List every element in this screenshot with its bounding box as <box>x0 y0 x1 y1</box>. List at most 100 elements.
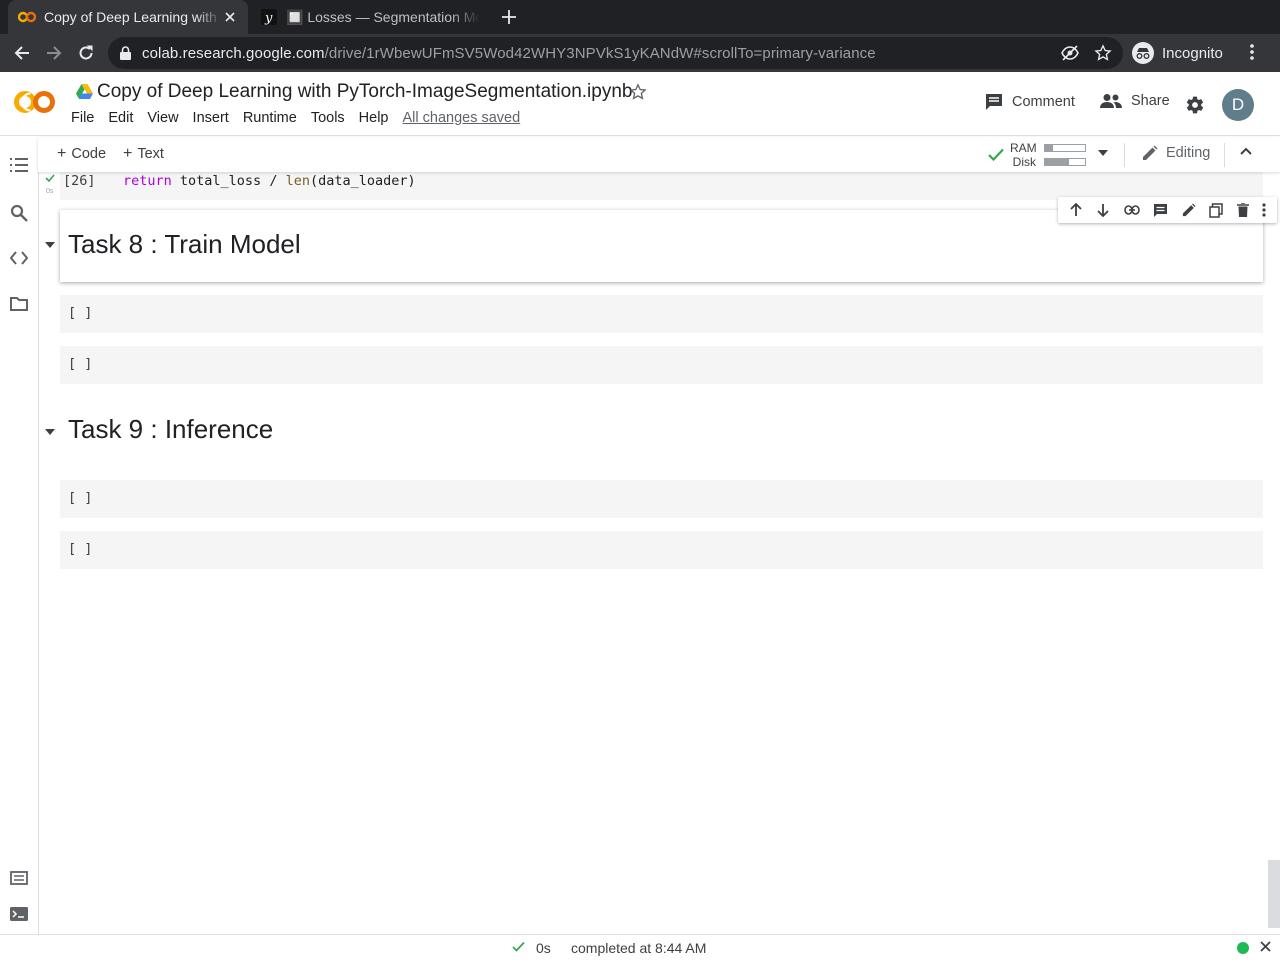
notebook-title[interactable]: Copy of Deep Learning with PyTorch-Image… <box>97 81 632 103</box>
connected-check-icon <box>988 148 1004 161</box>
disk-label: Disk <box>1012 155 1036 169</box>
disk-bar <box>1044 158 1086 166</box>
share-button[interactable]: Share <box>1100 93 1170 109</box>
comment-icon <box>986 94 1002 110</box>
colab-header: Copy of Deep Learning with PyTorch-Image… <box>0 72 1280 136</box>
google-drive-icon[interactable] <box>76 84 93 99</box>
code-cell-empty[interactable]: [ ] <box>60 480 1263 518</box>
incognito-label: Incognito <box>1162 44 1223 62</box>
close-icon[interactable] <box>222 9 238 25</box>
incognito-profile[interactable]: Incognito <box>1132 41 1223 65</box>
settings-gear-icon[interactable] <box>1185 95 1205 115</box>
scrollbar-thumb[interactable] <box>1268 860 1280 928</box>
tracking-blocked-eye-icon[interactable] <box>1061 45 1079 61</box>
link-icon[interactable] <box>1123 205 1140 215</box>
code-cell-empty[interactable]: [ ] <box>60 531 1263 569</box>
disk-bar-fill <box>1045 159 1069 165</box>
connection-status-dot[interactable] <box>1237 942 1249 954</box>
user-avatar[interactable]: D <box>1222 89 1254 121</box>
notebook-body: 0s [26] return total_loss / len(data_loa… <box>39 172 1280 934</box>
menu-bar: File Edit View Insert Runtime Tools Help… <box>71 110 534 126</box>
browser-tab-title: 🔲 Losses — Segmentation Models <box>286 8 480 25</box>
browser-tab-colab[interactable]: Copy of Deep Learning with PyTorch <box>8 0 248 34</box>
ram-label: RAM <box>1010 141 1037 155</box>
resources-dropdown-caret-icon[interactable] <box>1098 150 1108 156</box>
mirror-cell-icon[interactable] <box>1209 202 1223 218</box>
editing-label: Editing <box>1166 145 1211 161</box>
command-palette-icon[interactable] <box>10 871 28 885</box>
code-line[interactable]: return total_loss / len(data_loader) <box>123 173 416 189</box>
code-cell-empty[interactable]: [ ] <box>60 346 1263 384</box>
more-options-kebab-icon[interactable] <box>1262 203 1266 217</box>
left-side-rail <box>0 137 39 934</box>
people-icon <box>1100 94 1122 108</box>
ram-disk-indicator[interactable]: RAM Disk <box>988 140 1098 170</box>
ram-bar-fill <box>1045 145 1053 151</box>
url-text: colab.research.google.com/drive/1rWbewUF… <box>142 45 876 62</box>
comment-button[interactable]: Comment <box>985 93 1075 111</box>
search-icon[interactable] <box>10 204 28 222</box>
save-status-link[interactable]: All changes saved <box>403 110 521 126</box>
execution-count: [ ] <box>68 356 93 372</box>
back-arrow-icon[interactable] <box>10 41 34 65</box>
execution-time: 0s <box>46 188 54 195</box>
terminal-icon[interactable] <box>10 907 28 921</box>
execution-count: [ ] <box>68 541 93 557</box>
address-bar[interactable]: colab.research.google.com/drive/1rWbewUF… <box>108 37 1123 69</box>
cell-toolbar <box>1058 197 1277 223</box>
bookmark-star-icon[interactable] <box>1094 44 1112 62</box>
code-cell-empty[interactable]: [ ] <box>60 295 1263 333</box>
add-text-cell-button[interactable]: + Text <box>123 145 164 163</box>
section-collapse-caret-icon[interactable] <box>45 429 55 435</box>
move-cell-down-arrow-icon[interactable] <box>1096 203 1110 217</box>
execution-count: [26] <box>63 173 96 189</box>
code-snippets-icon[interactable] <box>10 251 28 265</box>
plus-icon: + <box>123 145 133 162</box>
menu-help[interactable]: Help <box>359 110 389 126</box>
close-icon[interactable] <box>1260 941 1271 952</box>
menu-file[interactable]: File <box>71 110 94 126</box>
add-code-label: Code <box>71 146 107 162</box>
menu-runtime[interactable]: Runtime <box>243 110 297 126</box>
browser-toolbar: colab.research.google.com/drive/1rWbewUF… <box>0 34 1280 72</box>
reload-icon[interactable] <box>74 41 98 65</box>
browser-tab-title: Copy of Deep Learning with PyTorch <box>44 9 222 25</box>
status-bar: 0s completed at 8:44 AM <box>0 934 1280 960</box>
files-folder-icon[interactable] <box>10 297 28 311</box>
menu-view[interactable]: View <box>147 110 178 126</box>
edit-pencil-icon[interactable] <box>1182 203 1196 217</box>
star-icon[interactable] <box>629 83 647 101</box>
add-code-cell-button[interactable]: + Code <box>57 145 106 163</box>
svg-text:y: y <box>264 11 273 25</box>
lock-icon <box>120 46 131 60</box>
browser-menu-icon[interactable] <box>1250 43 1254 61</box>
code-cell-26[interactable]: 0s [26] return total_loss / len(data_loa… <box>45 172 1263 200</box>
plus-icon: + <box>57 145 67 162</box>
text-cell-task9[interactable]: Task 9 : Inference <box>45 400 1263 464</box>
collapse-header-chevron-up-icon[interactable] <box>1240 147 1252 155</box>
delete-trash-icon[interactable] <box>1236 203 1249 217</box>
move-cell-up-arrow-icon[interactable] <box>1069 203 1083 217</box>
section-heading: Task 8 : Train Model <box>68 229 301 259</box>
execution-count: [ ] <box>68 305 93 321</box>
completed-check-icon <box>512 941 525 952</box>
colab-logo-icon[interactable] <box>14 88 56 116</box>
status-message[interactable]: completed at 8:44 AM <box>571 940 706 956</box>
ram-bar <box>1044 144 1086 152</box>
notebook-toolbar: + Code + Text RAM Disk Editing <box>38 137 1280 172</box>
section-collapse-caret-icon[interactable] <box>45 242 55 248</box>
add-text-label: Text <box>137 146 164 162</box>
editing-mode-button[interactable]: Editing <box>1142 145 1210 161</box>
menu-insert[interactable]: Insert <box>193 110 229 126</box>
browser-tab-losses[interactable]: y 🔲 Losses — Segmentation Models <box>250 0 490 34</box>
table-of-contents-icon[interactable] <box>10 158 28 172</box>
browser-tabstrip: Copy of Deep Learning with PyTorch y 🔲 L… <box>0 0 1280 34</box>
menu-edit[interactable]: Edit <box>108 110 133 126</box>
comment-label: Comment <box>1012 94 1075 110</box>
new-tab-icon[interactable] <box>498 6 520 28</box>
menu-tools[interactable]: Tools <box>311 110 345 126</box>
share-label: Share <box>1131 93 1170 109</box>
text-cell-task8[interactable]: Task 8 : Train Model <box>45 197 1277 282</box>
comment-icon[interactable] <box>1153 203 1168 218</box>
forward-arrow-icon[interactable] <box>42 41 66 65</box>
